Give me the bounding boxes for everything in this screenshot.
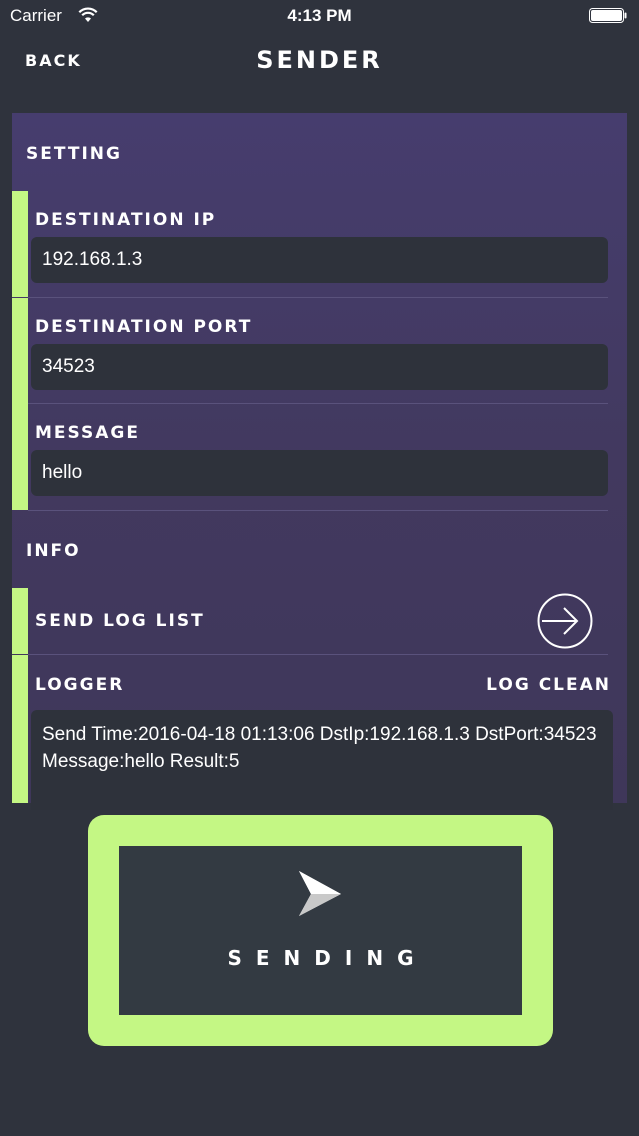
message-label: MESSAGE (35, 423, 140, 443)
send-button-face[interactable]: SENDING (119, 846, 522, 1015)
row-accent-bar (12, 655, 28, 803)
destination-ip-field[interactable] (31, 237, 608, 283)
destination-port-row: DESTINATION PORT (12, 298, 627, 404)
setting-heading: SETTING (26, 144, 122, 164)
destination-ip-row: DESTINATION IP (12, 191, 627, 297)
paper-plane-icon (299, 871, 341, 916)
page-title: SENDER (256, 46, 383, 74)
row-accent-bar (12, 191, 28, 297)
send-button-label: SENDING (227, 946, 428, 970)
log-output: Send Time:2016-04-18 01:13:06 DstIp:192.… (31, 710, 613, 810)
log-clean-button[interactable]: LOG CLEAN (486, 675, 611, 695)
status-bar: Carrier 4:13 PM (0, 0, 639, 32)
destination-ip-label: DESTINATION IP (35, 210, 217, 230)
row-accent-bar (12, 404, 28, 510)
settings-panel: SETTING DESTINATION IP DESTINATION PORT … (12, 113, 627, 810)
divider (28, 510, 608, 511)
send-button[interactable]: SENDING (88, 815, 553, 1046)
battery-icon (589, 8, 627, 23)
clock: 4:13 PM (287, 6, 352, 25)
message-row: MESSAGE (12, 404, 627, 510)
message-field[interactable] (31, 450, 608, 496)
send-log-list-row[interactable]: SEND LOG LIST (12, 588, 627, 654)
info-heading: INFO (26, 541, 81, 561)
row-accent-bar (12, 588, 28, 654)
destination-port-field[interactable] (31, 344, 608, 390)
arrow-right-circle-icon[interactable] (537, 593, 593, 649)
logger-row: LOGGER LOG CLEAN Send Time:2016-04-18 01… (12, 655, 627, 810)
row-accent-bar (12, 298, 28, 404)
send-log-list-label: SEND LOG LIST (35, 611, 205, 631)
logger-label: LOGGER (35, 675, 125, 695)
destination-port-label: DESTINATION PORT (35, 317, 253, 337)
